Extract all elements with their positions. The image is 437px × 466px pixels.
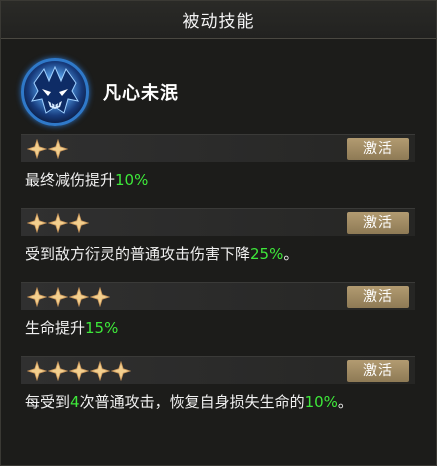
star-icon [69,287,89,307]
tier-bar-5-star: 激活 [21,356,415,384]
desc-text: 最终减伤提升 [25,171,116,189]
desc-value: 10% [304,393,338,411]
star-icon [48,213,68,233]
desc-text: 受到敌方衍灵的普通攻击伤害下降 [25,245,251,263]
star-icon [48,139,68,159]
title-bar: 被动技能 [1,1,436,39]
star-icon [27,213,47,233]
panel-title: 被动技能 [182,12,255,32]
star-rating [27,139,68,159]
desc-value: 10% [115,171,149,189]
tier-bar-2-star: 激活 [21,134,415,162]
desc-text: 次普通攻击，恢复自身损失生命的 [79,393,305,411]
star-icon [69,361,89,381]
activate-button[interactable]: 激活 [347,212,409,234]
star-icon [111,361,131,381]
desc-text: 。 [283,245,299,263]
activate-button[interactable]: 激活 [347,138,409,160]
tier-description: 最终减伤提升10% [25,167,415,193]
tier-description: 受到敌方衍灵的普通攻击伤害下降25%。 [25,241,415,267]
tier-bar-3-star: 激活 [21,208,415,236]
tier-description: 每受到4次普通攻击，恢复自身损失生命的10%。 [25,389,419,415]
desc-value: 25% [250,245,284,263]
blue-demon-mask-icon [21,58,89,126]
star-icon [90,361,110,381]
tier-bar-4-star: 激活 [21,282,415,310]
activate-button[interactable]: 激活 [347,360,409,382]
desc-value: 4 [70,393,80,411]
desc-text: 。 [337,393,353,411]
star-rating [27,361,131,381]
star-icon [90,287,110,307]
passive-skill-panel: 被动技能 凡心未泯 激活 最终减伤提升10% 激活 受到敌方衍灵的普通攻击伤害下… [0,0,437,466]
star-icon [27,361,47,381]
star-icon [27,287,47,307]
tier-description: 生命提升15% [25,315,415,341]
star-icon [69,213,89,233]
skill-name: 凡心未泯 [103,83,179,104]
star-icon [27,139,47,159]
star-rating [27,213,89,233]
star-rating [27,287,110,307]
star-icon [48,287,68,307]
activate-button[interactable]: 激活 [347,286,409,308]
desc-value: 15% [85,319,119,337]
star-icon [48,361,68,381]
desc-text: 生命提升 [25,319,86,337]
skill-header: 凡心未泯 [21,57,179,127]
desc-text: 每受到 [25,393,71,411]
